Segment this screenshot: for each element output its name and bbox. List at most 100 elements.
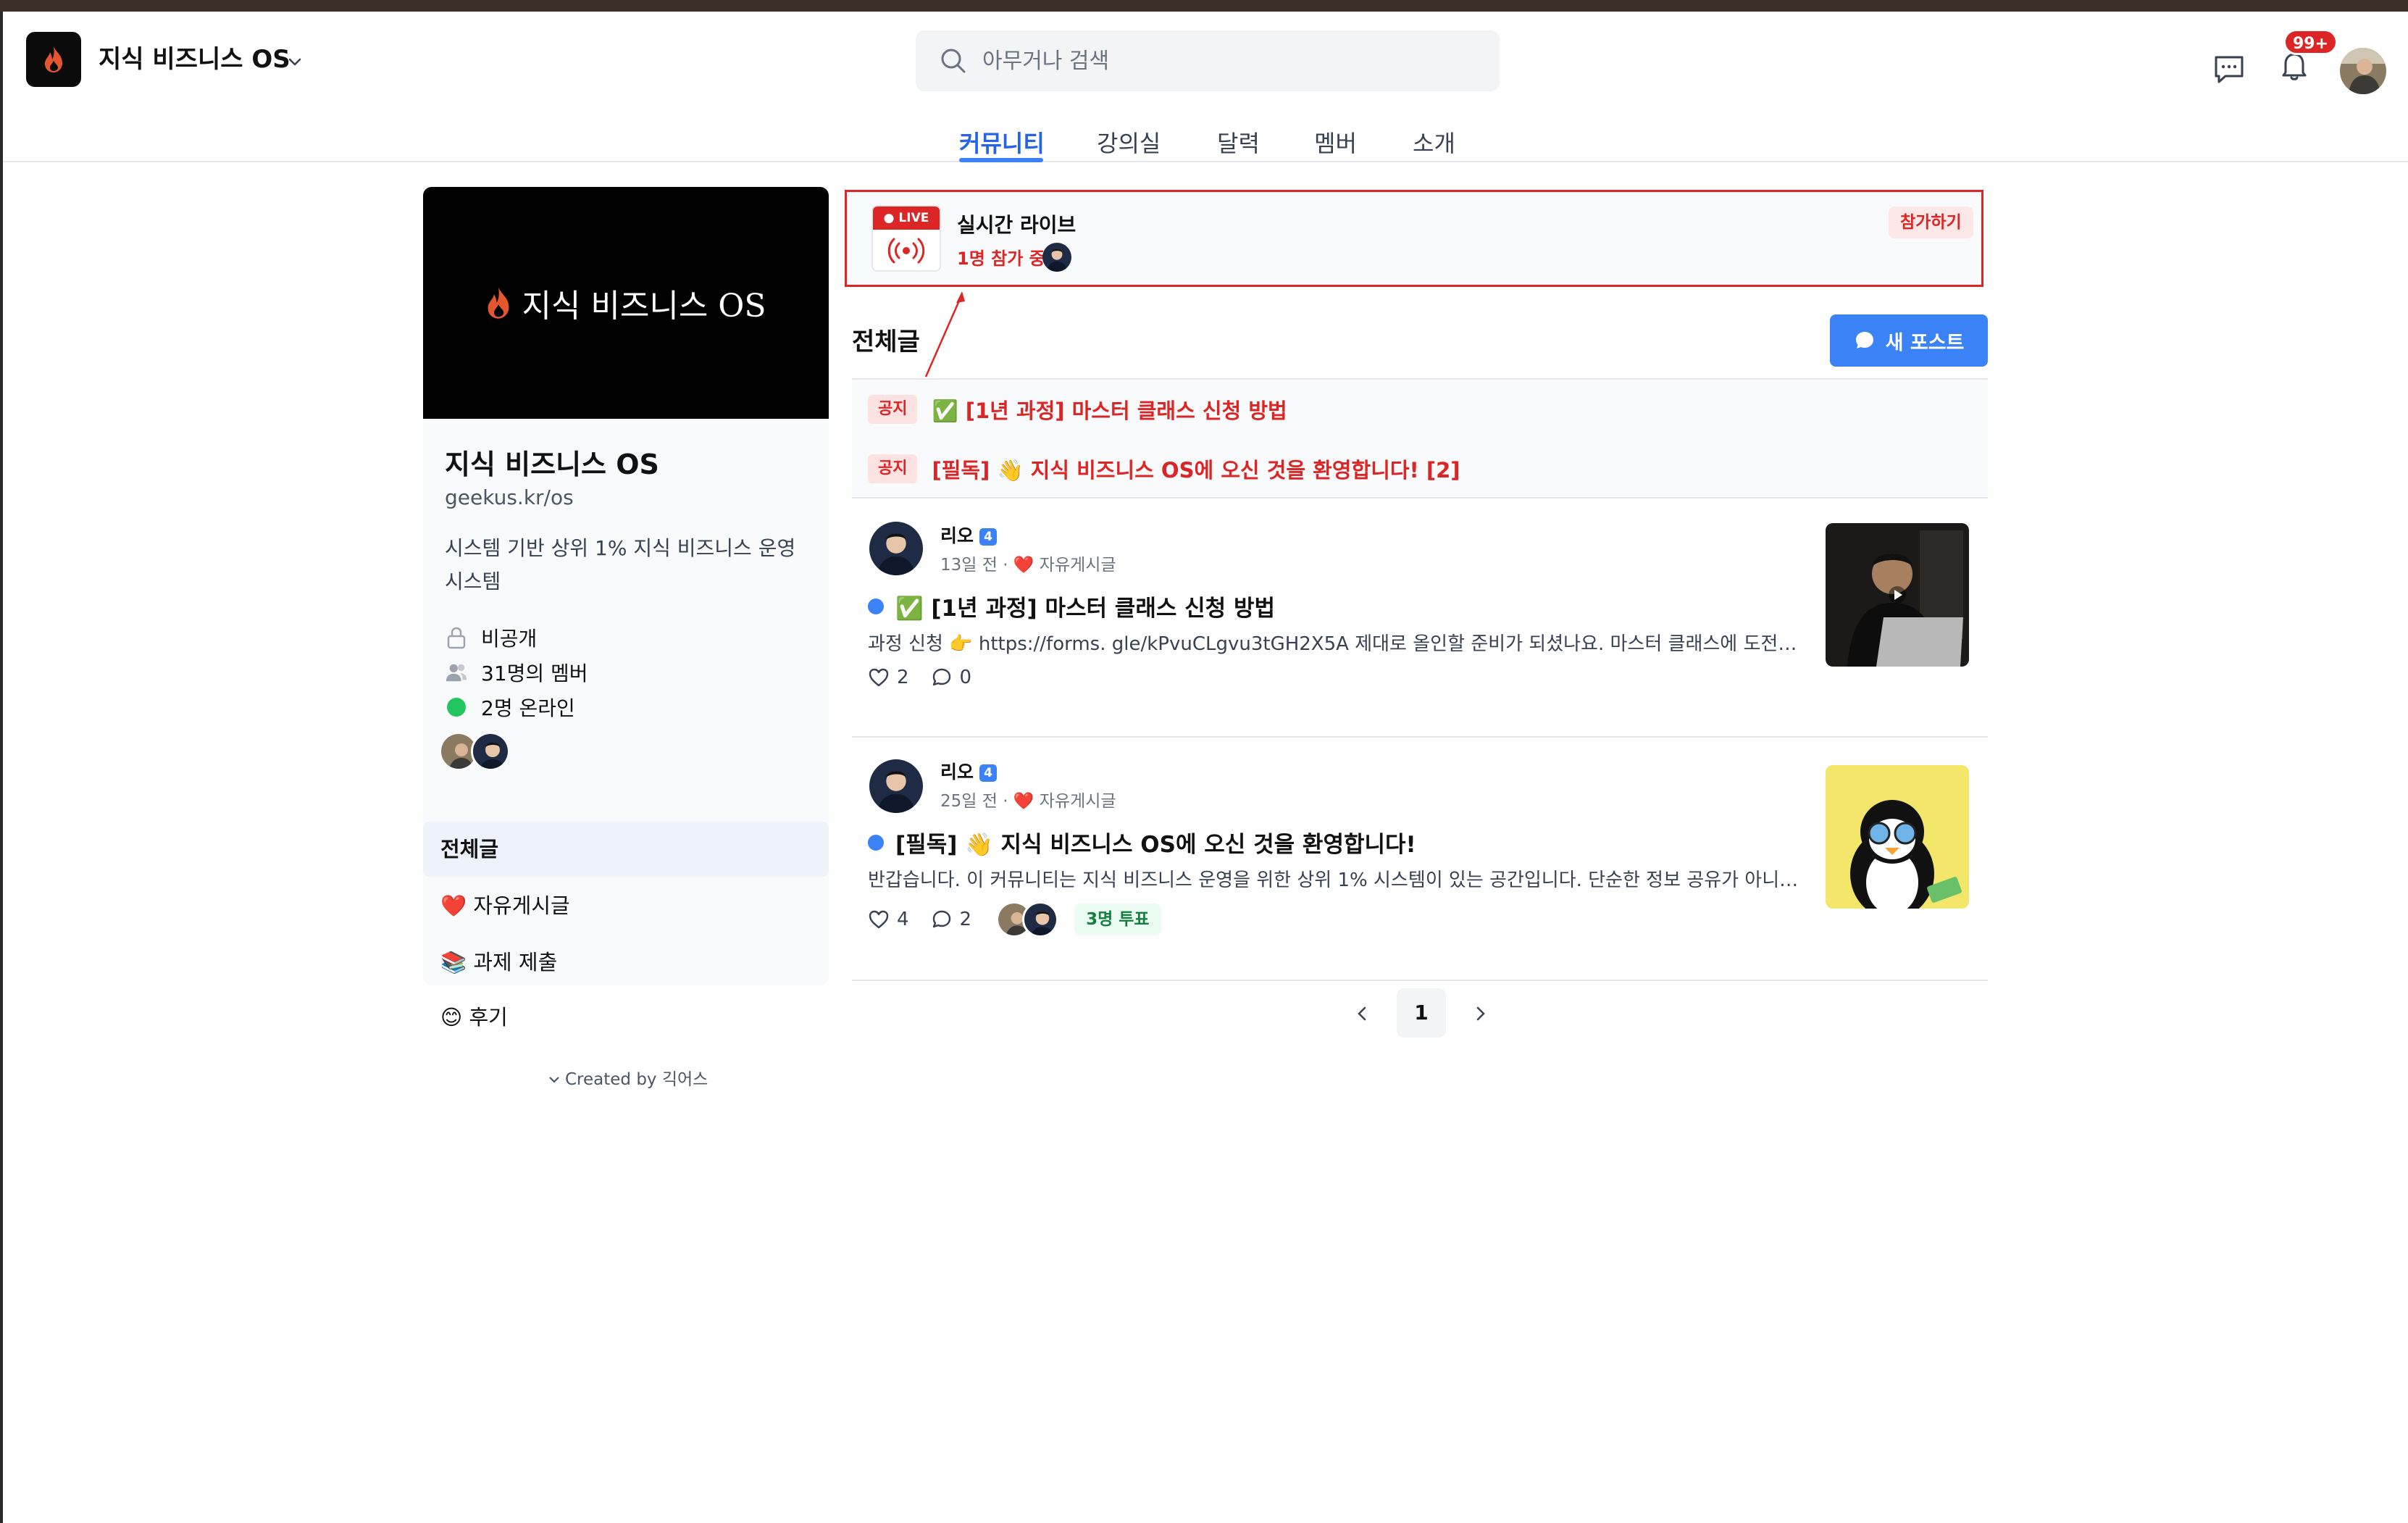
app-title[interactable]: 지식 비즈니스 OS xyxy=(99,41,290,78)
privacy-row: 비공개 xyxy=(445,623,537,652)
search-bar[interactable] xyxy=(916,30,1500,91)
category-reviews[interactable]: 😊 후기 xyxy=(423,990,829,1045)
notification-badge: 99+ xyxy=(2283,29,2338,55)
pinned-notices: 공지 ✅ [1년 과정] 마스터 클래스 신청 방법 공지 [필독] 👋 지식 … xyxy=(852,378,1988,498)
online-label: 2명 온라인 xyxy=(481,696,575,720)
post-meta: 25일 전 · ❤️ 자유게시글 xyxy=(940,792,1116,811)
post-meta: 13일 전 · ❤️ 자유게시글 xyxy=(940,556,1116,575)
vote-count-badge[interactable]: 3명 투표 xyxy=(1074,904,1161,935)
comment-count: 2 xyxy=(959,909,972,930)
tab-classroom[interactable]: 강의실 xyxy=(1097,128,1161,159)
comment-icon xyxy=(932,910,950,928)
post-item[interactable]: 리오 4 13일 전 · ❤️ 자유게시글 ✅ [1년 과정] 마스터 클래스 신… xyxy=(852,498,1988,738)
tab-community[interactable]: 커뮤니티 xyxy=(959,128,1045,159)
active-tab-indicator xyxy=(959,158,1043,162)
users-icon xyxy=(445,661,468,684)
created-by[interactable]: Created by 긱어스 xyxy=(548,1065,708,1090)
live-icon: ● LIVE xyxy=(871,205,941,272)
unread-dot xyxy=(868,598,884,614)
tab-members[interactable]: 멤버 xyxy=(1314,128,1357,159)
chevron-down-icon xyxy=(549,1077,559,1083)
created-by-label: Created by 긱어스 xyxy=(565,1070,708,1089)
chat-icon[interactable] xyxy=(2211,51,2247,87)
voter-avatars xyxy=(996,901,1069,938)
like-button[interactable]: 4 xyxy=(868,909,909,930)
author-name[interactable]: 리오 4 xyxy=(940,758,998,784)
group-name: 지식 비즈니스 OS xyxy=(445,448,659,480)
author-avatar[interactable] xyxy=(869,759,923,813)
post-excerpt: 과정 신청 👉 https://forms. gle/kPvuCLgvu3tGH… xyxy=(868,633,1802,655)
comment-icon xyxy=(932,668,950,686)
live-title: 실시간 라이브 xyxy=(957,213,1077,237)
comment-button[interactable]: 0 xyxy=(931,667,972,688)
post-title[interactable]: [필독] 👋 지식 비즈니스 OS에 오신 것을 환영합니다! xyxy=(868,826,1416,859)
cover-title: 지식 비즈니스 OS xyxy=(522,288,766,325)
heart-icon xyxy=(869,910,889,929)
live-participants: 1명 참가 중 xyxy=(957,249,1045,269)
pagination: 1 xyxy=(1352,988,1497,1039)
flame-icon xyxy=(45,46,62,72)
tab-calendar[interactable]: 달력 xyxy=(1217,128,1260,159)
search-icon xyxy=(941,49,966,73)
chevron-down-icon[interactable] xyxy=(287,54,303,70)
online-row: 2명 온라인 xyxy=(445,693,575,722)
heart-icon xyxy=(869,668,889,687)
category-free-board[interactable]: ❤️ 자유게시글 xyxy=(423,878,829,933)
live-banner[interactable]: ● LIVE 실시간 라이브 1명 참가 중 참가하기 xyxy=(845,190,1983,287)
like-count: 4 xyxy=(897,909,909,930)
member-avatar[interactable] xyxy=(471,732,510,771)
broadcast-icon xyxy=(887,238,925,264)
notice-tag: 공지 xyxy=(868,395,918,424)
category-assignment[interactable]: 📚 과제 제출 xyxy=(423,935,829,990)
notice-item[interactable]: 공지 [필독] 👋 지식 비즈니스 OS에 오신 것을 환영합니다! [2] xyxy=(852,439,1988,498)
post-thumbnail[interactable] xyxy=(1826,765,1969,909)
top-header: 지식 비즈니스 OS 99+ 커뮤니티 강의실 달력 멤버 소개 xyxy=(3,12,2408,162)
search-input[interactable] xyxy=(982,43,1475,78)
new-post-button[interactable]: 새 포스트 xyxy=(1830,314,1988,367)
notice-item[interactable]: 공지 ✅ [1년 과정] 마스터 클래스 신청 방법 xyxy=(852,380,1988,439)
unread-dot xyxy=(868,834,884,851)
online-status-icon xyxy=(445,696,468,719)
flame-icon xyxy=(488,287,509,319)
live-participant-avatar xyxy=(1042,243,1071,272)
comment-count: 0 xyxy=(959,667,972,688)
level-badge: 4 xyxy=(979,528,998,546)
chat-bubble-icon xyxy=(1855,332,1873,349)
post-thumbnail[interactable] xyxy=(1826,523,1969,667)
window-left-edge xyxy=(0,12,3,1523)
members-row[interactable]: 31명의 멤버 xyxy=(445,658,588,687)
chevron-right-icon[interactable] xyxy=(1469,1003,1491,1025)
members-label: 31명의 멤버 xyxy=(481,662,588,685)
page-number[interactable]: 1 xyxy=(1397,988,1446,1038)
group-description: 시스템 기반 상위 1% 지식 비즈니스 운영 시스템 xyxy=(445,536,796,593)
notice-tag: 공지 xyxy=(868,454,918,483)
tab-about[interactable]: 소개 xyxy=(1413,128,1455,159)
chevron-left-icon[interactable] xyxy=(1352,1003,1374,1025)
join-live-button[interactable]: 참가하기 xyxy=(1889,206,1973,238)
window-top-strip xyxy=(0,0,2408,12)
live-tag: ● LIVE xyxy=(873,206,940,230)
category-all[interactable]: 전체글 xyxy=(423,822,829,877)
author-avatar[interactable] xyxy=(869,522,923,575)
post-stats: 2 0 xyxy=(868,667,993,688)
author-name[interactable]: 리오 4 xyxy=(940,522,998,548)
nav-tabs: 커뮤니티 강의실 달력 멤버 소개 xyxy=(3,113,2408,162)
post-item[interactable]: 리오 4 25일 전 · ❤️ 자유게시글 [필독] 👋 지식 비즈니스 OS에 … xyxy=(852,738,1988,981)
like-count: 2 xyxy=(897,667,909,688)
privacy-label: 비공개 xyxy=(481,627,538,651)
notice-title[interactable]: [필독] 👋 지식 비즈니스 OS에 오신 것을 환영합니다! [2] xyxy=(932,454,1460,484)
post-stats: 4 2 3명 투표 xyxy=(868,901,1161,938)
annotation-arrow xyxy=(924,291,965,377)
section-title: 전체글 xyxy=(852,327,920,356)
user-avatar[interactable] xyxy=(2340,48,2386,94)
lock-icon xyxy=(445,626,468,649)
voter-avatar xyxy=(1022,901,1059,938)
notice-title[interactable]: ✅ [1년 과정] 마스터 클래스 신청 방법 xyxy=(932,394,1287,425)
group-url[interactable]: geekus.kr/os xyxy=(445,485,574,509)
like-button[interactable]: 2 xyxy=(868,667,909,688)
comment-button[interactable]: 2 xyxy=(931,909,972,930)
group-cover: 지식 비즈니스 OS xyxy=(423,187,829,419)
post-title[interactable]: ✅ [1년 과정] 마스터 클래스 신청 방법 xyxy=(868,590,1275,622)
app-logo[interactable] xyxy=(26,32,81,87)
level-badge: 4 xyxy=(979,764,998,782)
